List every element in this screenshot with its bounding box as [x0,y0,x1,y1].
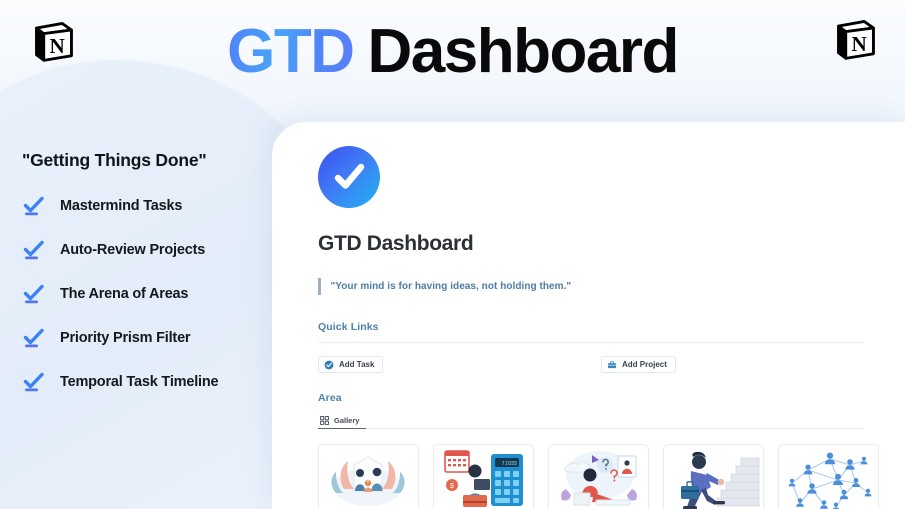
social-network-illustration [779,445,878,509]
add-task-label: Add Task [339,360,375,369]
sidebar-tagline: "Getting Things Done" [22,150,207,170]
check-icon [22,326,46,350]
sidebar-item-priority-prism-filter[interactable]: Priority Prism Filter [0,323,272,353]
family-illustration [319,445,418,509]
page-title: GTD Dashboard [318,232,474,255]
add-task-button[interactable]: Add Task [318,356,384,373]
gallery-card[interactable] [318,444,419,509]
area-gallery: 7.0155 $ [318,444,879,509]
sidebar-item-auto-review-projects[interactable]: Auto-Review Projects [0,235,272,265]
check-icon [22,238,46,262]
career-stairs-illustration [664,445,763,509]
sidebar-item-the-arena-of-areas[interactable]: The Arena of Areas [0,279,272,309]
quote-accent-bar [318,277,321,295]
check-icon [22,282,46,306]
quick-links-row: Add Task Add Project [318,355,864,374]
title-accent: GTD [227,17,355,86]
area-view-tabs: Gallery [318,411,864,429]
quick-links-divider [318,342,864,343]
person-at-desk-questions-illustration [549,445,648,509]
check-icon [22,370,46,394]
sidebar-item-label: Priority Prism Filter [60,330,191,346]
tab-gallery-label: Gallery [334,415,360,425]
sidebar-item-label: The Arena of Areas [60,286,189,302]
page-header: N GTD Dashboard N [0,0,905,110]
sidebar-item-label: Auto-Review Projects [60,242,206,258]
sidebar-item-label: Temporal Task Timeline [60,374,219,390]
check-circle-icon [324,360,334,370]
sidebar-item-mastermind-tasks[interactable]: Mastermind Tasks [0,191,272,221]
briefcase-icon [607,360,617,370]
quote-block: "Your mind is for having ideas, not hold… [318,277,879,295]
check-icon [22,194,46,218]
main-content-card: GTD Dashboard "Your mind is for having i… [272,122,905,509]
sidebar-item-label: Mastermind Tasks [60,198,183,214]
gallery-card[interactable] [663,444,764,509]
quick-links-heading: Quick Links [318,321,379,333]
tab-gallery[interactable]: Gallery [318,412,367,429]
grid-icon [320,415,329,425]
gallery-card[interactable] [778,444,879,509]
blue-check-circle-icon [318,146,380,208]
page-title-banner: GTD Dashboard [0,8,905,96]
notion-logo-right: N [832,16,878,62]
gallery-card[interactable]: 7.0155 $ [433,444,534,509]
page-root: N GTDDashboard N "Getting Things Done" [0,0,905,509]
sidebar-item-temporal-task-timeline[interactable]: Temporal Task Timeline [0,367,272,397]
area-heading: Area [318,392,342,404]
svg-text:$: $ [450,483,454,490]
add-project-label: Add Project [622,360,667,369]
sidebar: "Getting Things Done" Mastermind Tasks A… [0,150,272,397]
add-project-button[interactable]: Add Project [601,356,676,373]
svg-text:N: N [851,32,866,56]
finance-calculator-illustration: 7.0155 $ [434,445,533,509]
quote-text: "Your mind is for having ideas, not hold… [330,280,572,292]
svg-text:7.0155: 7.0155 [502,461,518,467]
gallery-card[interactable] [548,444,649,509]
title-main: Dashboard [367,17,680,86]
